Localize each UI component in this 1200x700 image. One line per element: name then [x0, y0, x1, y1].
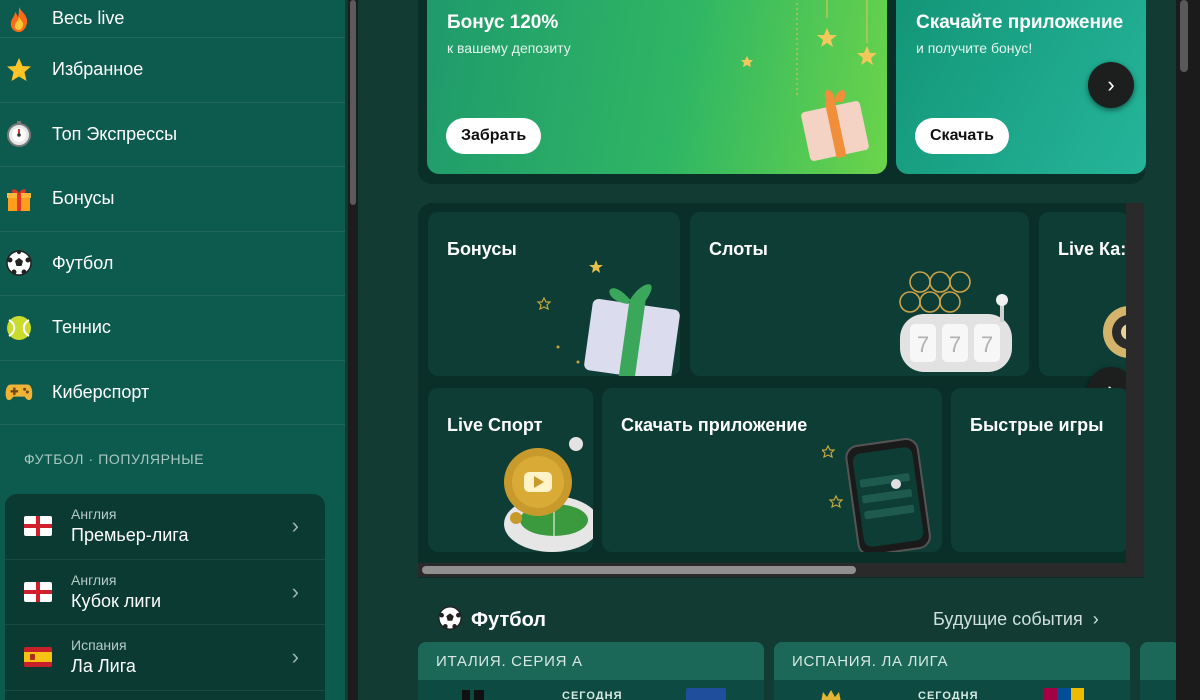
match-date: СЕГОДНЯ	[562, 690, 623, 700]
chevron-right-icon: ›	[291, 644, 299, 670]
league-item[interactable]: Англия Премьер-лига ›	[5, 494, 325, 560]
league-name: Ла Лига	[71, 656, 136, 677]
stopwatch-icon	[5, 120, 33, 148]
match-card-league-partial	[1140, 642, 1176, 680]
england-flag-icon	[24, 516, 52, 537]
tennis-ball-icon	[5, 314, 33, 342]
main-content: Бонус 120% к вашему депозиту Забрать Ска…	[360, 0, 1176, 700]
roulette-illustration	[1103, 306, 1129, 358]
svg-text:7: 7	[917, 332, 929, 357]
sidebar-item-label: Топ Экспрессы	[52, 123, 178, 144]
sidebar-item-label: Избранное	[52, 59, 144, 80]
tiles-horizontal-scrollbar-thumb[interactable]	[422, 566, 856, 574]
tile-label: Слоты	[709, 239, 768, 259]
promo-card-bonus[interactable]: Бонус 120% к вашему депозиту Забрать	[427, 0, 887, 174]
promo-title: Скачайте приложение	[916, 12, 1124, 33]
tiles-scroll-edge	[1126, 203, 1144, 563]
section-title: Футбол	[471, 609, 547, 631]
future-events-link[interactable]: Будущие события ›	[933, 609, 1099, 630]
promo-subtitle: к вашему депозиту	[447, 40, 571, 56]
fire-icon	[5, 5, 33, 33]
chevron-right-icon: ›	[1107, 72, 1115, 97]
download-app-button[interactable]: Скачать	[915, 118, 1009, 154]
sidebar-item-all-live[interactable]: Весь live	[0, 0, 345, 38]
football-section-header: Футбол	[437, 605, 546, 636]
slot-machine-illustration: 7 7 7	[899, 271, 1012, 372]
future-events-label: Будущие события	[933, 609, 1083, 629]
sidebar-item-label: Весь live	[52, 8, 125, 28]
gift-icon	[5, 185, 33, 213]
tile-label: Быстрые игры	[970, 415, 1104, 435]
soccer-ball-icon	[5, 249, 33, 277]
svg-text:7: 7	[949, 332, 961, 357]
league-name: Премьер-лига	[71, 525, 189, 546]
sidebar-item-bonuses[interactable]: Бонусы	[0, 167, 345, 232]
sidebar-item-tennis[interactable]: Теннис	[0, 296, 345, 361]
star-icon	[5, 56, 33, 84]
match-card-league: ИСПАНИЯ. ЛА ЛИГА	[774, 642, 1130, 680]
gift-box-illustration	[536, 260, 680, 376]
chevron-right-icon: ›	[291, 578, 299, 604]
team-logo	[1044, 688, 1084, 700]
match-card-league: ИТАЛИЯ. СЕРИЯ А	[418, 642, 764, 680]
england-flag-icon	[24, 581, 52, 602]
stadium-play-illustration	[504, 437, 593, 552]
match-card[interactable]	[1140, 642, 1176, 700]
main-scrollbar-thumb[interactable]	[1180, 0, 1188, 72]
tile-quick-games[interactable]: Быстрые игры	[951, 388, 1129, 552]
crescent-gift-illustration	[741, 0, 877, 161]
sidebar-item-label: Футбол	[52, 252, 114, 273]
promo-next-button[interactable]: ›	[1088, 62, 1134, 108]
sidebar-item-football[interactable]: Футбол	[0, 232, 345, 296]
sidebar-item-label: Бонусы	[52, 188, 115, 209]
team-logo	[686, 688, 726, 700]
promo-subtitle: и получите бонус!	[916, 40, 1033, 56]
spain-flag-icon	[24, 647, 52, 668]
league-country: Англия	[71, 506, 117, 523]
sidebar-item-label: Теннис	[52, 317, 111, 338]
gamepad-icon	[5, 378, 33, 406]
sidebar-item-esports[interactable]: Киберспорт	[0, 361, 345, 425]
tile-download-app[interactable]: Скачать приложение	[602, 388, 942, 552]
tile-slots[interactable]: Слоты 7 7 7	[690, 212, 1029, 376]
tile-bonuses[interactable]: Бонусы	[428, 212, 680, 376]
league-item[interactable]: Англия Кубок лиги ›	[5, 560, 325, 625]
phone-app-illustration	[822, 438, 931, 552]
tile-live-casino[interactable]: Live Ка:	[1039, 212, 1129, 376]
claim-bonus-button[interactable]: Забрать	[446, 118, 542, 154]
league-item[interactable]: Испания Ла Лига ›	[5, 625, 325, 691]
section-title: ФУТБОЛ · ПОПУЛЯРНЫЕ	[24, 451, 205, 467]
tile-live-sport[interactable]: Live Спорт	[428, 388, 593, 552]
chevron-right-icon: ›	[1092, 609, 1099, 629]
sidebar-scrollbar-thumb[interactable]	[350, 0, 356, 205]
chevron-right-icon: ›	[291, 513, 299, 539]
sidebar-item-label: Киберспорт	[52, 381, 150, 402]
match-card[interactable]: ИТАЛИЯ. СЕРИЯ А СЕГОДНЯ	[418, 642, 764, 700]
sidebar-item-top-express[interactable]: Топ Экспрессы	[0, 103, 345, 167]
team-logo	[821, 690, 841, 700]
match-date: СЕГОДНЯ	[918, 690, 979, 700]
sidebar-item-favorites[interactable]: Избранное	[0, 38, 345, 103]
popular-leagues-list: Англия Премьер-лига › Англия Кубок лиги …	[5, 494, 325, 700]
svg-text:7: 7	[981, 332, 993, 357]
tile-label: Скачать приложение	[621, 415, 808, 435]
league-country: Испания	[71, 637, 127, 654]
tile-label: Live Ка:	[1058, 239, 1127, 259]
tile-label: Бонусы	[447, 239, 517, 259]
team-logo	[462, 690, 484, 700]
match-card[interactable]: ИСПАНИЯ. ЛА ЛИГА СЕГОДНЯ	[774, 642, 1130, 700]
league-country: Англия	[71, 571, 117, 588]
tile-label: Live Спорт	[447, 415, 543, 435]
promo-title: Бонус 120%	[447, 12, 559, 33]
league-name: Кубок лиги	[71, 590, 162, 611]
soccer-ball-icon	[437, 605, 463, 636]
main-scrollbar[interactable]	[1176, 0, 1200, 700]
